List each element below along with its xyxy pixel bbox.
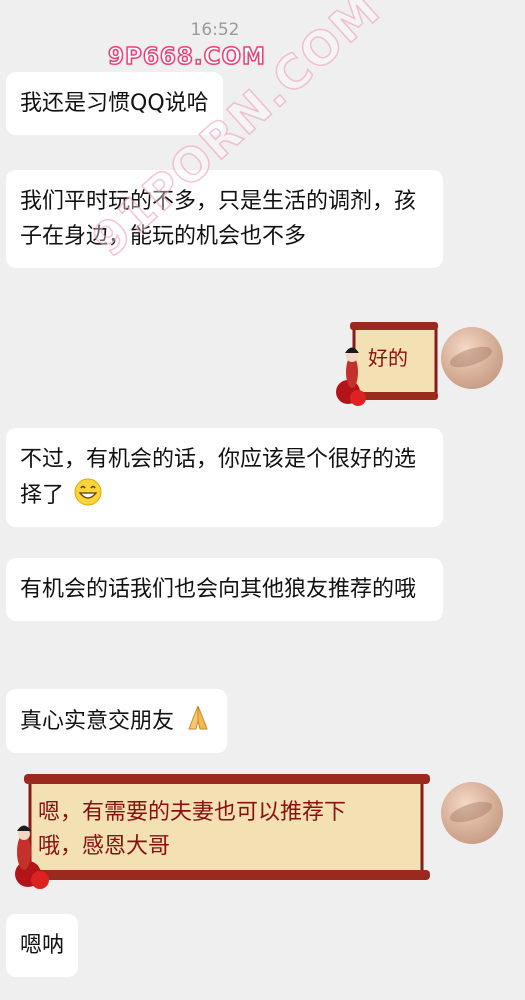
message-bubble[interactable]: 不过，有机会的话，你应该是个很好的选择了 <box>6 428 443 527</box>
sticker-message[interactable]: 好的 <box>330 320 442 408</box>
folded-hands-icon <box>188 705 208 730</box>
message-text: 我还是习惯QQ说哈 <box>20 91 209 116</box>
grinning-face-icon <box>74 478 102 506</box>
watermark-top: 9P668.COM <box>107 43 266 71</box>
sticker-message[interactable]: 嗯，有需要的夫妻也可以推荐下 哦，感恩大哥 <box>8 770 438 895</box>
sticker-text: 好的 <box>368 346 408 370</box>
message-bubble[interactable]: 嗯呐 <box>6 914 79 977</box>
avatar[interactable] <box>441 782 503 844</box>
message-bubble[interactable]: 真心实意交朋友 <box>6 689 228 753</box>
sticker-text-line-2: 哦，感恩大哥 <box>38 834 171 859</box>
message-text: 嗯呐 <box>20 933 65 958</box>
message-text: 有机会的话我们也会向其他狼友推荐的哦 <box>20 577 417 602</box>
avatar[interactable] <box>441 327 503 389</box>
message-bubble[interactable]: 有机会的话我们也会向其他狼友推荐的哦 <box>6 558 443 621</box>
message-text: 真心实意交朋友 <box>20 709 175 734</box>
timestamp: 16:52 <box>190 20 240 40</box>
sticker-text-line-1: 嗯，有需要的夫妻也可以推荐下 <box>38 800 347 825</box>
message-text: 我们平时玩的不多，只是生活的调剂，孩子在身边，能玩的机会也不多 <box>20 189 417 249</box>
message-bubble[interactable]: 我们平时玩的不多，只是生活的调剂，孩子在身边，能玩的机会也不多 <box>6 170 443 268</box>
message-bubble[interactable]: 我还是习惯QQ说哈 <box>6 72 223 135</box>
